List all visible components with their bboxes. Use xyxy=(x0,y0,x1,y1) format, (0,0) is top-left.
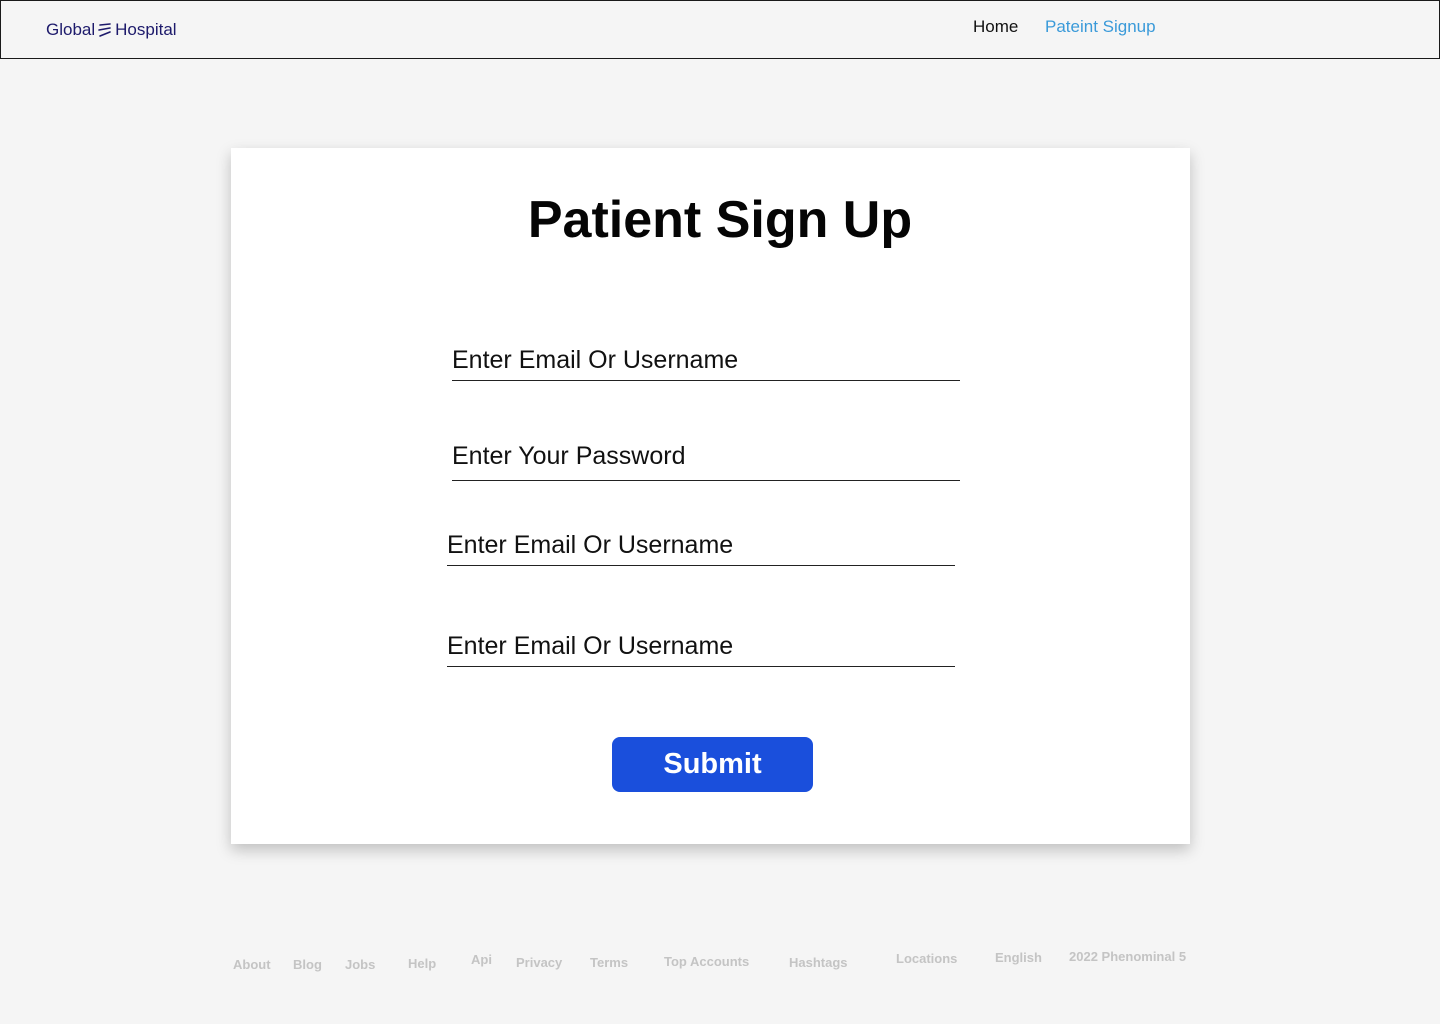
footer-link-terms[interactable]: Terms xyxy=(590,955,628,970)
email-username-field-2[interactable] xyxy=(447,525,955,566)
footer-link-jobs[interactable]: Jobs xyxy=(345,957,375,972)
nav-patient-signup-link[interactable]: Pateint Signup xyxy=(1045,17,1156,37)
footer-link-about[interactable]: About xyxy=(233,957,271,972)
logo-text-global: Global xyxy=(46,20,96,39)
footer-link-top-accounts[interactable]: Top Accounts xyxy=(664,954,749,969)
page-title: Patient Sign Up xyxy=(527,191,913,249)
email-username-field-1[interactable] xyxy=(452,340,960,381)
logo-text-hospital: Hospital xyxy=(115,20,177,39)
footer-link-hashtags[interactable]: Hashtags xyxy=(789,955,848,970)
footer-link-api[interactable]: Api xyxy=(471,952,492,967)
footer-link-blog[interactable]: Blog xyxy=(293,957,322,972)
top-navbar: Global Hospital Home Pateint Signup xyxy=(0,0,1440,59)
footer-link-locations[interactable]: Locations xyxy=(896,951,957,966)
email-username-field-3[interactable] xyxy=(447,626,955,667)
footer-link-privacy[interactable]: Privacy xyxy=(516,955,562,970)
footer-copyright: 2022 Phenominal 5 xyxy=(1069,949,1187,964)
logo[interactable]: Global Hospital xyxy=(46,20,177,40)
password-field[interactable] xyxy=(452,432,960,481)
footer-link-help[interactable]: Help xyxy=(408,956,436,971)
logo-mark-icon xyxy=(98,23,111,37)
submit-button[interactable]: Submit xyxy=(612,737,813,792)
nav-home-link[interactable]: Home xyxy=(973,17,1018,37)
footer-link-english[interactable]: English xyxy=(995,950,1042,965)
